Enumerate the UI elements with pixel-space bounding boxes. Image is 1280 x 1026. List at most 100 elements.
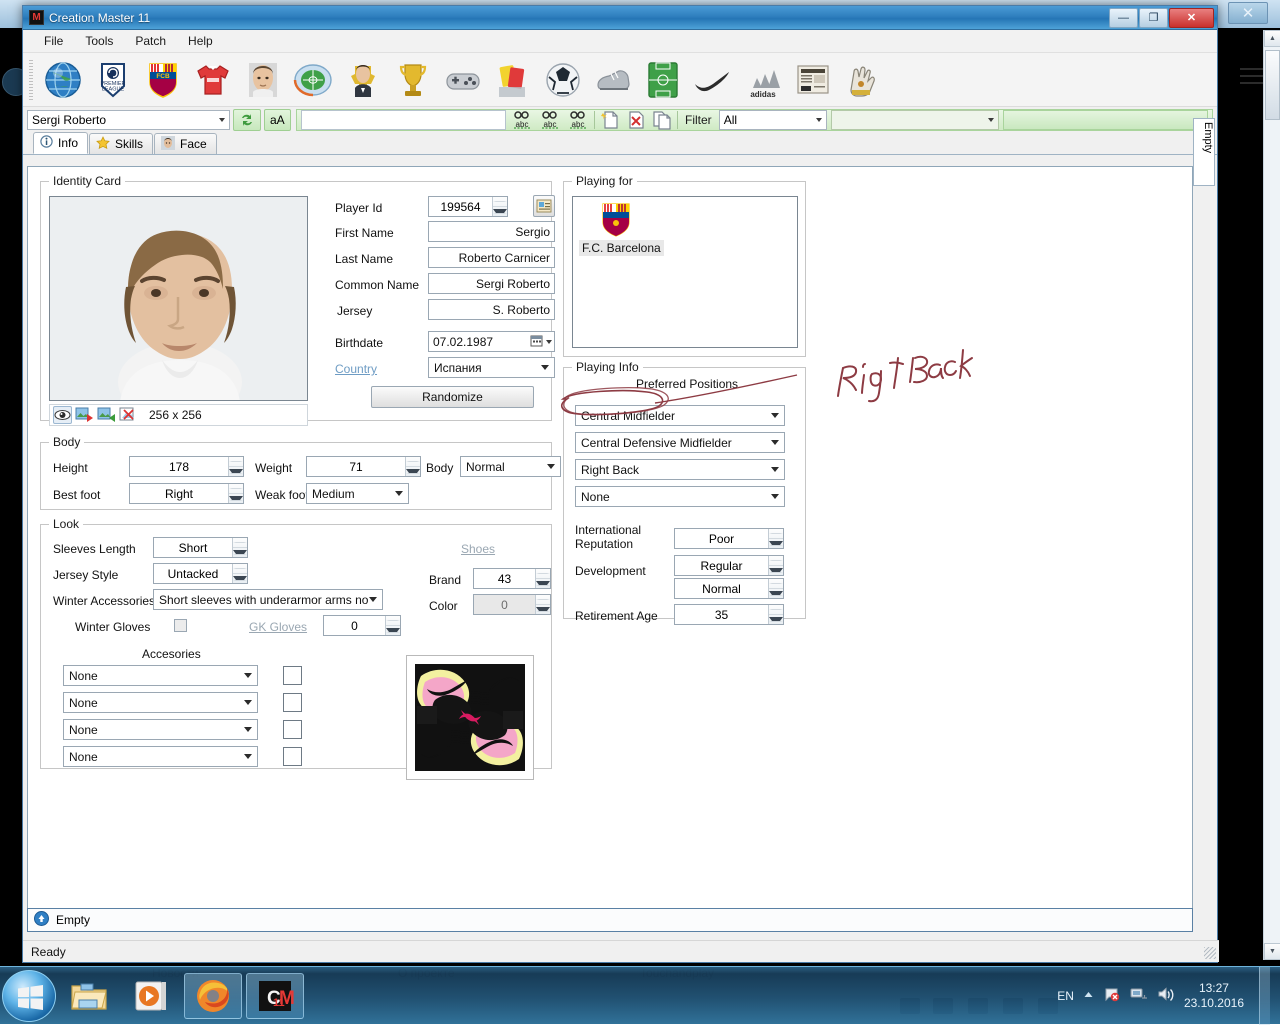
spin-buttons[interactable]	[405, 457, 420, 476]
cards-icon[interactable]	[489, 58, 537, 102]
search-input[interactable]	[301, 110, 506, 130]
gk-gloves-spinner[interactable]: 0	[323, 615, 401, 636]
barcelona-crest-icon[interactable]: FCB	[139, 58, 187, 102]
weight-spinner[interactable]: 71	[306, 456, 421, 477]
accessory-4-combo[interactable]: None	[63, 746, 258, 767]
winter-gloves-checkbox[interactable]	[174, 619, 187, 632]
media-player-icon[interactable]	[122, 973, 180, 1019]
filter-combo[interactable]: All	[719, 110, 827, 130]
stadium-icon[interactable]	[289, 58, 337, 102]
creation-master-icon[interactable]: CM11	[246, 973, 304, 1019]
export-image-icon[interactable]	[97, 406, 116, 424]
nike-boot-preview[interactable]	[406, 655, 534, 780]
gamepad-icon[interactable]	[439, 58, 487, 102]
toolbar-grip[interactable]	[29, 60, 33, 100]
country-link[interactable]: Country	[335, 362, 377, 376]
close-button[interactable]: ✕	[1169, 8, 1214, 28]
trophy-icon[interactable]	[389, 58, 437, 102]
menu-file[interactable]: File	[33, 32, 74, 50]
birthdate-input[interactable]: 07.02.1987	[428, 331, 555, 352]
international-reputation-spinner[interactable]: Poor	[674, 528, 784, 549]
brand-spinner[interactable]: 43	[473, 568, 551, 589]
adidas-icon[interactable]: adidas	[739, 58, 787, 102]
tab-skills[interactable]: Skills	[89, 133, 153, 154]
copy-doc-icon[interactable]	[651, 110, 673, 130]
sidebar-empty-tab[interactable]: Empty	[1193, 118, 1215, 186]
filter-secondary-combo[interactable]	[831, 110, 999, 130]
manager-icon[interactable]	[339, 58, 387, 102]
empty-panel[interactable]: Empty	[27, 908, 1193, 932]
preferred-position-1-combo[interactable]: Central Midfielder	[575, 405, 785, 426]
background-scrollbar[interactable]: ▲ ▼	[1263, 30, 1280, 960]
spin-buttons[interactable]	[535, 595, 550, 614]
spin-buttons[interactable]	[768, 605, 783, 624]
delete-doc-icon[interactable]	[625, 110, 647, 130]
boot-icon[interactable]	[589, 58, 637, 102]
preferred-position-3-combo[interactable]: Right Back	[575, 459, 785, 480]
player-id-spin-buttons[interactable]	[492, 197, 507, 216]
spin-buttons[interactable]	[768, 529, 783, 548]
first-name-input[interactable]: Sergio	[428, 221, 555, 242]
eye-icon[interactable]	[53, 406, 72, 424]
scrollbar-thumb[interactable]	[1265, 50, 1280, 120]
new-doc-icon[interactable]	[599, 110, 621, 130]
ball-icon[interactable]	[539, 58, 587, 102]
import-image-icon[interactable]	[75, 406, 94, 424]
scroll-down-icon[interactable]: ▼	[1264, 943, 1280, 960]
color-spinner[interactable]: 0	[473, 594, 551, 615]
spin-buttons[interactable]	[768, 556, 783, 575]
playing-for-list[interactable]: F.C. Barcelona	[572, 196, 798, 348]
show-desktop-button[interactable]	[1259, 967, 1270, 1025]
firefox-icon[interactable]	[184, 973, 242, 1019]
retirement-age-spinner[interactable]: 35	[674, 604, 784, 625]
last-name-input[interactable]: Roberto Carnicer	[428, 247, 555, 268]
titlebar[interactable]: M Creation Master 11 — ❐ ✕	[23, 6, 1217, 30]
best-foot-spinner[interactable]: Right	[129, 483, 244, 504]
tab-info[interactable]: Info	[33, 132, 88, 154]
accessory-3-combo[interactable]: None	[63, 719, 258, 740]
common-name-input[interactable]: Sergi Roberto	[428, 273, 555, 294]
development-spinner-1[interactable]: Regular	[674, 555, 784, 576]
minimize-button[interactable]: —	[1109, 8, 1138, 28]
spin-buttons[interactable]	[535, 569, 550, 588]
premier-league-icon[interactable]: PREMIERLEAGUE	[89, 58, 137, 102]
delete-image-icon[interactable]	[119, 406, 138, 424]
jersey-icon[interactable]	[189, 58, 237, 102]
winter-accessories-combo[interactable]: Short sleeves with underarmor arms no ne…	[153, 589, 383, 610]
accessory-4-color-box[interactable]	[283, 747, 302, 766]
spin-buttons[interactable]	[228, 457, 243, 476]
search-abc-icon[interactable]: abc	[566, 110, 590, 130]
maximize-button[interactable]: ❐	[1139, 8, 1168, 28]
menu-patch[interactable]: Patch	[124, 32, 177, 50]
shoes-link[interactable]: Shoes	[461, 542, 495, 556]
search-abc-icon[interactable]: abc	[510, 110, 534, 130]
pitch-icon[interactable]	[639, 58, 687, 102]
windows-start-icon[interactable]	[2, 970, 56, 1022]
menu-help[interactable]: Help	[177, 32, 224, 50]
accessory-3-color-box[interactable]	[283, 720, 302, 739]
accessory-1-color-box[interactable]	[283, 666, 302, 685]
nike-icon[interactable]	[689, 58, 737, 102]
spin-buttons[interactable]	[232, 564, 247, 583]
accessory-2-combo[interactable]: None	[63, 692, 258, 713]
weak-foot-combo[interactable]: Medium	[306, 483, 409, 504]
chevron-up-icon[interactable]	[1083, 989, 1094, 1003]
jersey-style-spinner[interactable]: Untacked	[153, 563, 248, 584]
height-spinner[interactable]: 178	[129, 456, 244, 477]
globe-icon[interactable]	[39, 58, 87, 102]
spin-buttons[interactable]	[232, 538, 247, 557]
clock[interactable]: 13:27 23.10.2016	[1184, 981, 1244, 1011]
search-abc-icon[interactable]: abc	[538, 110, 562, 130]
preferred-position-4-combo[interactable]: None	[575, 486, 785, 507]
calendar-icon[interactable]	[530, 334, 543, 350]
refresh-icon[interactable]	[233, 109, 261, 131]
scroll-up-icon[interactable]: ▲	[1264, 30, 1280, 47]
resize-grip[interactable]	[1204, 947, 1216, 959]
gk-gloves-link[interactable]: GK Gloves	[249, 620, 307, 634]
background-close-button[interactable]: ✕	[1228, 2, 1268, 24]
language-indicator[interactable]: EN	[1057, 989, 1074, 1003]
network-error-icon[interactable]	[1103, 986, 1121, 1005]
body-type-combo[interactable]: Normal	[460, 456, 561, 477]
menu-tools[interactable]: Tools	[74, 32, 124, 50]
accessory-1-combo[interactable]: None	[63, 665, 258, 686]
